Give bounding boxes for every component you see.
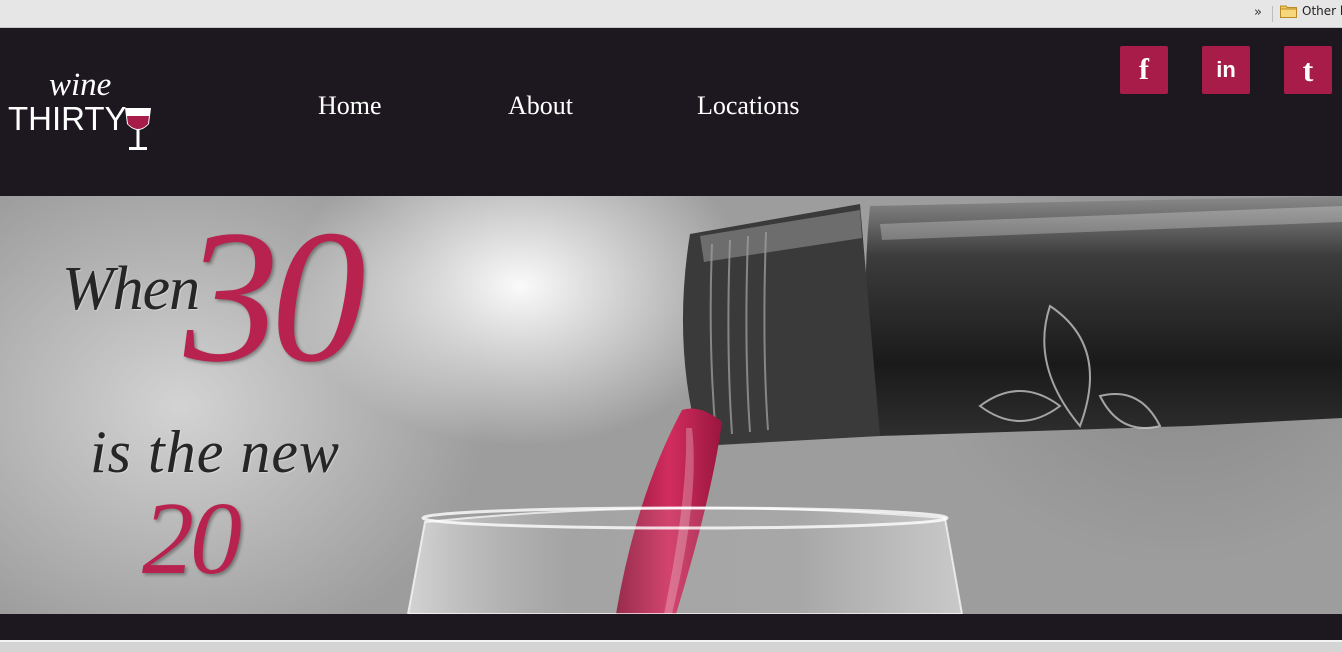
nav-home[interactable]: Home <box>318 91 382 121</box>
footer-divider <box>0 640 1342 642</box>
site-header: wine THIRTY Home About Locations f in t <box>0 28 1342 196</box>
bookmarks-overflow-chevron[interactable]: » <box>1254 5 1262 20</box>
footer-bar <box>0 614 1342 640</box>
main-nav: Home About Locations <box>0 28 900 196</box>
browser-bookmarks-bar: » Other b <box>0 0 1342 28</box>
tagline-30: 30 <box>184 196 366 402</box>
linkedin-glyph: in <box>1216 57 1236 82</box>
twitter-glyph: t <box>1302 51 1314 88</box>
tagline-is-the-new: is the new <box>90 419 340 485</box>
tagline-20: 20 <box>142 481 242 596</box>
nav-about[interactable]: About <box>508 91 573 121</box>
other-bookmarks-button[interactable]: Other b <box>1280 4 1342 18</box>
other-bookmarks-label: Other b <box>1302 4 1342 18</box>
bookmarks-separator <box>1272 6 1273 22</box>
twitter-icon[interactable]: t <box>1284 46 1332 94</box>
linkedin-icon[interactable]: in <box>1202 46 1250 94</box>
facebook-glyph: f <box>1139 53 1149 86</box>
folder-icon <box>1280 5 1297 18</box>
facebook-icon[interactable]: f <box>1120 46 1168 94</box>
tagline-when: When <box>62 255 200 323</box>
hero-banner: When 30 is the new 20 <box>0 196 1342 614</box>
nav-locations[interactable]: Locations <box>697 91 800 121</box>
